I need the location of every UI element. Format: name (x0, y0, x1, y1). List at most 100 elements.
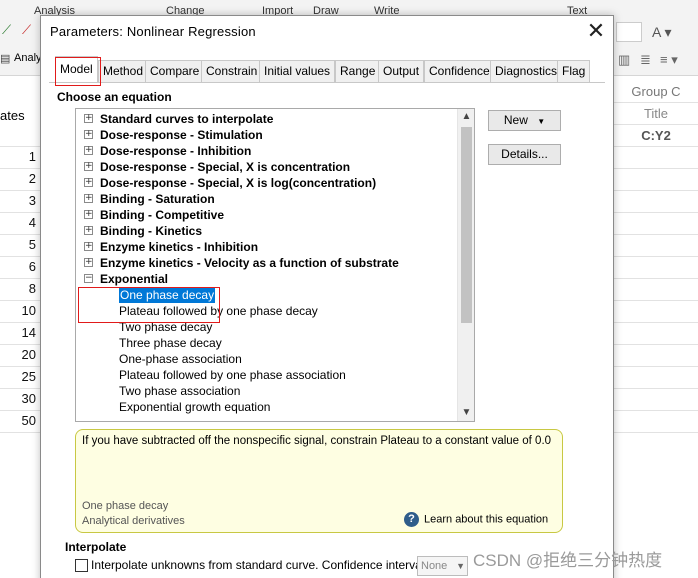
plus-box-icon[interactable]: + (84, 162, 93, 171)
help-icon[interactable]: ? (404, 512, 419, 527)
row-number[interactable]: 20 (0, 344, 40, 366)
plus-box-icon[interactable]: + (84, 226, 93, 235)
confidence-interval-select[interactable]: None ▼ (417, 556, 468, 576)
tree-category[interactable]: + Binding - Competitive (76, 207, 456, 223)
row-number[interactable]: 5 (0, 234, 40, 256)
equation-item[interactable]: One-phase association (119, 351, 242, 367)
tree-item[interactable]: Two phase association (76, 383, 456, 399)
row-number[interactable]: 4 (0, 212, 40, 234)
row-number[interactable]: 3 (0, 190, 40, 212)
category-label[interactable]: Enzyme kinetics - Velocity as a function… (100, 255, 399, 271)
tree-item[interactable]: Plateau followed by one phase associatio… (76, 367, 456, 383)
tree-category[interactable]: + Dose-response - Inhibition (76, 143, 456, 159)
learn-link-label[interactable]: Learn about this equation (424, 513, 548, 525)
row-number[interactable]: 50 (0, 410, 40, 432)
tree-category[interactable]: + Dose-response - Special, X is concentr… (76, 159, 456, 175)
analyze-icon[interactable]: ▤ (0, 52, 10, 65)
row-number[interactable]: 6 (0, 256, 40, 278)
align-icon[interactable]: ≣ (640, 52, 651, 68)
grid-line (614, 388, 698, 389)
category-label[interactable]: Dose-response - Special, X is concentrat… (100, 159, 350, 175)
tab-output[interactable]: Output (378, 60, 425, 82)
group-header[interactable]: Group C (614, 84, 698, 99)
align-icon-2[interactable]: ≡ ▾ (660, 52, 678, 68)
equation-item[interactable]: Two phase decay (119, 319, 212, 335)
tab-constrain[interactable]: Constrain (201, 60, 263, 82)
plus-box-icon[interactable]: + (84, 146, 93, 155)
interpolate-checkbox[interactable] (75, 559, 88, 572)
tab-confidence[interactable]: Confidence (424, 60, 495, 82)
category-label[interactable]: Binding - Competitive (100, 207, 224, 223)
tree-item[interactable]: One phase decay (76, 287, 456, 303)
plus-box-icon[interactable]: + (84, 194, 93, 203)
table-icon[interactable]: ▥ (618, 52, 630, 68)
equation-item[interactable]: Exponential growth equation (119, 399, 270, 415)
category-label[interactable]: Binding - Saturation (100, 191, 215, 207)
equation-tree[interactable]: + Standard curves to interpolate + Dose-… (75, 108, 475, 422)
category-label[interactable]: Enzyme kinetics - Inhibition (100, 239, 258, 255)
category-label[interactable]: Dose-response - Inhibition (100, 143, 251, 159)
tab-initial-values[interactable]: Initial values (259, 60, 336, 82)
font-size-combo[interactable] (616, 22, 642, 42)
analyze-label[interactable]: Analy (14, 52, 42, 64)
row-number[interactable]: 25 (0, 366, 40, 388)
row-number[interactable]: 8 (0, 278, 40, 300)
row-number[interactable]: 14 (0, 322, 40, 344)
category-label[interactable]: Dose-response - Special, X is log(concen… (100, 175, 376, 191)
tree-item[interactable]: Exponential growth equation (76, 399, 456, 415)
tree-item[interactable]: Two phase decay (76, 319, 456, 335)
tree-category[interactable]: + Binding - Saturation (76, 191, 456, 207)
equation-item[interactable]: Three phase decay (119, 335, 222, 351)
tab-range[interactable]: Range (335, 60, 381, 82)
minus-box-icon[interactable]: − (84, 274, 93, 283)
category-label[interactable]: Exponential (100, 271, 168, 287)
grid-line (0, 212, 40, 213)
equation-item-selected[interactable]: One phase decay (119, 287, 216, 303)
column-header[interactable]: C:Y2 (614, 128, 698, 143)
tab-diagnostics[interactable]: Diagnostics (490, 60, 563, 82)
row-number[interactable]: 10 (0, 300, 40, 322)
category-label[interactable]: Binding - Kinetics (100, 223, 202, 239)
row-number[interactable]: 30 (0, 388, 40, 410)
scroll-thumb[interactable] (461, 127, 472, 323)
plus-box-icon[interactable]: + (84, 178, 93, 187)
close-icon[interactable]: ✕ (583, 18, 609, 44)
plus-box-icon[interactable]: + (84, 242, 93, 251)
equation-item[interactable]: Two phase association (119, 383, 240, 399)
tree-category[interactable]: + Enzyme kinetics - Inhibition (76, 239, 456, 255)
plus-box-icon[interactable]: + (84, 130, 93, 139)
tab-method[interactable]: Method (98, 60, 149, 82)
row-number[interactable]: 2 (0, 168, 40, 190)
equation-item[interactable]: Plateau followed by one phase associatio… (119, 367, 346, 383)
plus-box-icon[interactable]: + (84, 114, 93, 123)
tree-category[interactable]: + Dose-response - Stimulation (76, 127, 456, 143)
tree-category[interactable]: + Enzyme kinetics - Velocity as a functi… (76, 255, 456, 271)
details-button[interactable]: Details... (488, 144, 561, 165)
font-color-icon[interactable]: A ▾ (652, 24, 671, 41)
category-label[interactable]: Dose-response - Stimulation (100, 127, 263, 143)
dialog-titlebar[interactable]: Parameters: Nonlinear Regression ✕ (41, 16, 613, 48)
plus-box-icon[interactable]: + (84, 258, 93, 267)
tree-item[interactable]: Three phase decay (76, 335, 456, 351)
tree-category-exponential[interactable]: − Exponential (76, 271, 456, 287)
plus-box-icon[interactable]: + (84, 210, 93, 219)
learn-link[interactable]: ? Learn about this equation (404, 512, 548, 527)
tab-model[interactable]: Model (55, 56, 98, 82)
tree-item[interactable]: One-phase association (76, 351, 456, 367)
scroll-up-icon[interactable]: ▲ (458, 109, 474, 125)
grid-line (0, 410, 40, 411)
tab-flag[interactable]: Flag (557, 60, 591, 82)
new-button[interactable]: New ▼ (488, 110, 561, 131)
tree-category[interactable]: + Dose-response - Special, X is log(conc… (76, 175, 456, 191)
scroll-down-icon[interactable]: ▼ (458, 405, 474, 421)
tab-compare[interactable]: Compare (145, 60, 205, 82)
tree-category[interactable]: + Binding - Kinetics (76, 223, 456, 239)
row-number[interactable]: 1 (0, 146, 40, 168)
tree-item[interactable]: Plateau followed by one phase decay (76, 303, 456, 319)
equation-item[interactable]: Plateau followed by one phase decay (119, 303, 318, 319)
ci-value: None (421, 560, 448, 572)
tree-scrollbar[interactable]: ▲ ▼ (457, 109, 474, 421)
group-subheader[interactable]: Title (614, 106, 698, 121)
tree-category[interactable]: + Standard curves to interpolate (76, 111, 456, 127)
category-label[interactable]: Standard curves to interpolate (100, 111, 273, 127)
